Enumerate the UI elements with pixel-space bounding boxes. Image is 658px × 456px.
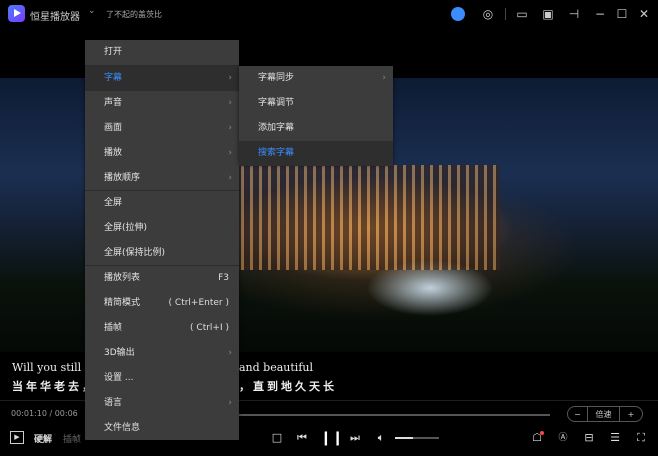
maximize-icon[interactable]: ☐ (614, 6, 630, 22)
voice-assistant-icon[interactable] (451, 7, 465, 21)
menu-item-label: 文件信息 (104, 423, 141, 433)
menu-item-label: 播放顺序 (104, 173, 141, 183)
menu-item[interactable]: 3D输出 › (85, 341, 239, 366)
screenshot-icon[interactable]: ▣ (540, 6, 556, 22)
menu-item[interactable]: 播放列表 F3 (85, 266, 239, 291)
submenu-item[interactable]: 字幕同步 › (239, 66, 393, 91)
menu-item[interactable]: 全屏 (85, 191, 239, 216)
submenu-item-label: 字幕调节 (258, 98, 295, 108)
menu-item-label: 播放 (104, 148, 123, 158)
progress-bar[interactable] (232, 414, 550, 416)
menu-item[interactable]: 精简模式 ( Ctrl+Enter ) (85, 291, 239, 316)
menu-item-label: 打开 (104, 47, 123, 57)
app-title: 恒星播放器 (30, 12, 80, 23)
volume-icon[interactable]: 🔈︎ (374, 430, 388, 446)
subtitle-a-icon[interactable]: Ⓐ (556, 430, 570, 446)
submenu-item[interactable]: 搜索字幕 (239, 141, 393, 166)
chevron-right-icon: › (228, 123, 232, 133)
menu-item-shortcut: ( Ctrl+Enter ) (168, 298, 229, 308)
stop-icon[interactable]: □ (270, 430, 284, 446)
playlist-icon[interactable]: ☰ (608, 430, 622, 446)
submenu-item[interactable]: 添加字幕 (239, 116, 393, 141)
menu-item-label: 声音 (104, 98, 123, 108)
notification-icon[interactable]: ☖ (530, 430, 544, 446)
menu-item-label: 全屏 (104, 198, 123, 208)
chevron-right-icon: › (228, 348, 232, 358)
speed-button[interactable]: 倍速 (588, 407, 620, 421)
chevron-right-icon: › (228, 98, 232, 108)
menu-item-label: 插帧 (104, 323, 123, 333)
hw-decode-button[interactable]: 硬解 (34, 432, 52, 445)
menu-item[interactable]: 画面 › (85, 116, 239, 141)
subtitle-chinese-left: 当年华老去， (12, 380, 96, 393)
playlist-toggle-icon[interactable]: ▶ (10, 431, 24, 444)
speed-decrease-button[interactable]: − (568, 407, 588, 421)
menu-item-label: 全屏(保持比例) (104, 248, 166, 258)
speed-increase-button[interactable]: + (620, 407, 642, 421)
submenu-item-label: 字幕同步 (258, 73, 295, 83)
pause-icon[interactable]: ❙❙ (320, 430, 343, 446)
menu-item[interactable]: 全屏(拉伸) (85, 216, 239, 241)
chevron-right-icon: › (228, 398, 232, 408)
menu-separator (85, 65, 239, 66)
next-icon[interactable]: ⏭ (348, 430, 362, 446)
menu-item[interactable]: 语言 › (85, 391, 239, 416)
submenu-item[interactable]: 字幕调节 (239, 91, 393, 116)
menu-item-label: 全屏(拉伸) (104, 223, 148, 233)
pin-icon[interactable]: ⊣ (566, 6, 582, 22)
wechat-icon[interactable]: ◎ (480, 6, 496, 22)
chevron-right-icon: › (228, 73, 232, 83)
menu-item[interactable]: 文件信息 (85, 416, 239, 441)
toolbox-icon[interactable]: ⊟ (582, 430, 596, 446)
menu-item[interactable]: 声音 › (85, 91, 239, 116)
title-bar (0, 0, 658, 28)
frame-interp-button[interactable]: 插帧 (63, 432, 81, 445)
menu-item[interactable]: 字幕 › (85, 66, 239, 91)
chevron-right-icon: › (228, 148, 232, 158)
menu-item[interactable]: 全屏(保持比例) (85, 241, 239, 266)
menu-item[interactable]: 设置 ... (85, 366, 239, 391)
menu-separator (85, 265, 239, 266)
video-scene-castle (235, 165, 500, 270)
menu-separator (85, 190, 239, 191)
speed-control: − 倍速 + (567, 406, 643, 422)
menu-item[interactable]: 打开 (85, 40, 239, 65)
submenu-item-label: 搜索字幕 (258, 148, 295, 158)
subtitle-chinese-right: ，直到地久天长 (239, 380, 337, 393)
menu-item[interactable]: 插帧 ( Ctrl+I ) (85, 316, 239, 341)
menu-item-shortcut: ( Ctrl+I ) (190, 323, 229, 333)
subtitle-english-right: and beautiful (239, 361, 313, 374)
context-menu: 打开字幕 › 声音 › 画面 › 播放 › 播放顺序 › 全屏全屏(拉伸) 全屏(保持比例) 播放列表 F… (85, 40, 239, 440)
menu-item-label: 画面 (104, 123, 123, 133)
fullscreen-icon[interactable]: ⛶ (634, 430, 648, 446)
previous-icon[interactable]: ⏮ (295, 430, 309, 446)
subtitle-english-left: Will you still lo (12, 361, 95, 374)
chevron-right-icon: › (228, 173, 232, 183)
divider (505, 8, 506, 20)
menu-item-label: 设置 ... (104, 373, 134, 383)
app-menu-chevron-icon[interactable]: ⌄ (88, 6, 96, 16)
menu-item[interactable]: 播放 › (85, 141, 239, 166)
menu-item-label: 播放列表 (104, 273, 141, 283)
time-display: 00:01:10 / 00:06 (11, 409, 78, 418)
menu-item-label: 字幕 (104, 73, 123, 83)
feedback-icon[interactable]: ▭ (514, 6, 530, 22)
close-icon[interactable]: ✕ (636, 6, 652, 22)
video-title: 了不起的盖茨比 (106, 10, 162, 19)
volume-fill (395, 437, 413, 439)
volume-slider[interactable] (395, 437, 439, 439)
chevron-right-icon: › (382, 73, 386, 83)
menu-item-label: 语言 (104, 398, 123, 408)
menu-item[interactable]: 播放顺序 › (85, 166, 239, 191)
subtitle-submenu: 字幕同步 › 字幕调节添加字幕搜索字幕 (239, 66, 393, 166)
menu-item-label: 精简模式 (104, 298, 141, 308)
menu-item-shortcut: F3 (218, 273, 229, 283)
submenu-item-label: 添加字幕 (258, 123, 295, 133)
app-logo-icon (8, 5, 25, 22)
menu-item-label: 3D输出 (104, 348, 135, 358)
minimize-icon[interactable]: − (592, 6, 608, 22)
